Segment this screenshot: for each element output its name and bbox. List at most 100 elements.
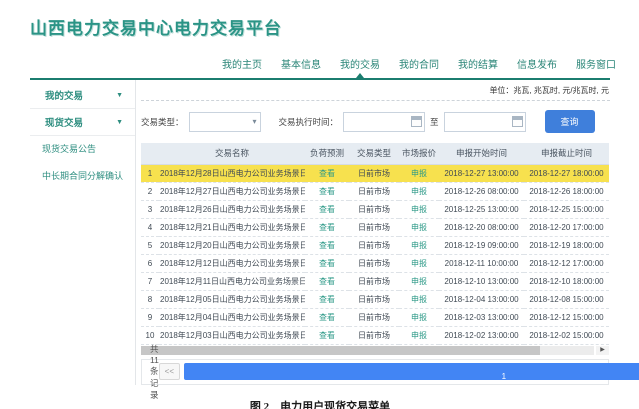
row-number: 7 — [141, 272, 159, 290]
market-quote-link[interactable]: 申报 — [399, 272, 439, 290]
sidebar-group-my-trading[interactable]: 我的交易 ▼ — [30, 82, 135, 109]
table-row[interactable]: 10 2018年12月03日山西电力公司业务场景日前交易 查看 日前市场 申报 … — [141, 326, 609, 344]
sidebar-group-label: 现货交易 — [45, 115, 83, 129]
load-forecast-link[interactable]: 查看 — [305, 200, 349, 218]
declare-start-time: 2018-12-26 08:00:00 — [439, 182, 524, 200]
declare-end-time: 2018-12-26 18:00:00 — [524, 182, 609, 200]
table-row[interactable]: 5 2018年12月20日山西电力公司业务场景日前交易 查看 日前市场 申报 2… — [141, 236, 609, 254]
page-button[interactable]: 1 — [184, 363, 639, 380]
nav-item[interactable]: 服务窗口 — [574, 53, 618, 78]
figure-caption: 图 2 电力用户现货交易菜单 — [30, 398, 610, 409]
scrollbar-track[interactable] — [141, 346, 594, 355]
sidebar-item[interactable]: 中长期合同分解确认 — [30, 163, 135, 190]
table-row[interactable]: 9 2018年12月04日山西电力公司业务场景日前交易 查看 日前市场 申报 2… — [141, 308, 609, 326]
page: 山西电力交易中心电力交易平台 我的主页 基本信息 我的交易 我的合同 我的结算 … — [0, 0, 639, 409]
market-quote-link[interactable]: 申报 — [399, 182, 439, 200]
sidebar-sub-list: 现货交易公告中长期合同分解确认 — [30, 136, 135, 190]
nav-item-label: 服务窗口 — [576, 60, 616, 71]
nav-item[interactable]: 我的合同 — [397, 53, 441, 78]
row-number: 3 — [141, 200, 159, 218]
sidebar-group-spot-trading[interactable]: 现货交易 ▼ — [30, 109, 135, 136]
trade-name: 2018年12月27日山西电力公司业务场景日前交易 — [159, 182, 305, 200]
trade-type: 日前市场 — [349, 308, 399, 326]
declare-start-time: 2018-12-27 13:00:00 — [439, 164, 524, 182]
declare-start-time: 2018-12-10 13:00:00 — [439, 272, 524, 290]
market-quote-link[interactable]: 申报 — [399, 254, 439, 272]
nav-item-label: 我的结算 — [458, 60, 498, 71]
market-quote-link[interactable]: 申报 — [399, 164, 439, 182]
trade-name: 2018年12月03日山西电力公司业务场景日前交易 — [159, 326, 305, 344]
calendar-icon[interactable] — [411, 116, 422, 127]
declare-start-time: 2018-12-03 13:00:00 — [439, 308, 524, 326]
row-number: 6 — [141, 254, 159, 272]
prev-page-button[interactable]: << — [159, 363, 180, 380]
sidebar-group-label: 我的交易 — [45, 88, 83, 102]
table-row[interactable]: 4 2018年12月21日山西电力公司业务场景日前交易 查看 日前市场 申报 2… — [141, 218, 609, 236]
load-forecast-link[interactable]: 查看 — [305, 308, 349, 326]
trade-name: 2018年12月20日山西电力公司业务场景日前交易 — [159, 236, 305, 254]
market-quote-link[interactable]: 申报 — [399, 326, 439, 344]
declare-end-time: 2018-12-02 15:00:00 — [524, 326, 609, 344]
trade-name: 2018年12月12日山西电力公司业务场景日前交易 — [159, 254, 305, 272]
market-quote-link[interactable]: 申报 — [399, 200, 439, 218]
load-forecast-link[interactable]: 查看 — [305, 272, 349, 290]
nav-item[interactable]: 基本信息 — [279, 53, 323, 78]
trade-name: 2018年12月04日山西电力公司业务场景日前交易 — [159, 308, 305, 326]
scrollbar-thumb[interactable] — [141, 346, 540, 355]
nav-items: 我的主页 基本信息 我的交易 我的合同 我的结算 信息发布 服务窗口 — [220, 53, 610, 78]
load-forecast-link[interactable]: 查看 — [305, 290, 349, 308]
market-quote-link[interactable]: 申报 — [399, 218, 439, 236]
declare-end-time: 2018-12-08 15:00:00 — [524, 290, 609, 308]
load-forecast-link[interactable]: 查看 — [305, 218, 349, 236]
exec-time-label: 交易执行时间： — [279, 116, 339, 128]
nav-item[interactable]: 信息发布 — [515, 53, 559, 78]
table-row[interactable]: 8 2018年12月05日山西电力公司业务场景日前交易 查看 日前市场 申报 2… — [141, 290, 609, 308]
trade-name: 2018年12月28日山西电力公司业务场景日前交易 — [159, 164, 305, 182]
load-forecast-link[interactable]: 查看 — [305, 254, 349, 272]
market-quote-link[interactable]: 申报 — [399, 290, 439, 308]
date-from-input[interactable] — [343, 112, 425, 132]
trade-type-select[interactable]: ▾ — [189, 112, 261, 132]
trade-type: 日前市场 — [349, 290, 399, 308]
sidebar: 我的交易 ▼ 现货交易 ▼ 现货交易公告中长期合同分解确认 — [30, 80, 136, 385]
date-to-input[interactable] — [444, 112, 526, 132]
table-footer: 共 11 条记录 << 12 >> 跳至 页 — [141, 359, 609, 385]
trade-type: 日前市场 — [349, 272, 399, 290]
nav-item-label: 我的交易 — [340, 60, 380, 71]
nav-item[interactable]: 我的交易 — [338, 53, 382, 78]
market-quote-link[interactable]: 申报 — [399, 308, 439, 326]
to-label: 至 — [430, 116, 439, 128]
trade-type: 日前市场 — [349, 182, 399, 200]
declare-end-time: 2018-12-10 18:00:00 — [524, 272, 609, 290]
load-forecast-link[interactable]: 查看 — [305, 164, 349, 182]
row-number: 9 — [141, 308, 159, 326]
record-count: 共 11 条记录 — [150, 343, 159, 401]
table-row[interactable]: 3 2018年12月26日山西电力公司业务场景日前交易 查看 日前市场 申报 2… — [141, 200, 609, 218]
search-button[interactable]: 查询 — [545, 110, 595, 133]
nav-item[interactable]: 我的结算 — [456, 53, 500, 78]
declare-end-time: 2018-12-20 17:00:00 — [524, 218, 609, 236]
load-forecast-link[interactable]: 查看 — [305, 326, 349, 344]
trade-type-label: 交易类型： — [141, 116, 184, 128]
chevron-down-icon: ▼ — [116, 119, 123, 126]
scroll-right-icon[interactable]: ▶ — [596, 346, 609, 355]
nav-item-label: 基本信息 — [281, 60, 321, 71]
col-load-forecast: 负荷预测 — [305, 143, 349, 164]
nav-item[interactable]: 我的主页 — [220, 53, 264, 78]
table-row[interactable]: 2 2018年12月27日山西电力公司业务场景日前交易 查看 日前市场 申报 2… — [141, 182, 609, 200]
load-forecast-link[interactable]: 查看 — [305, 182, 349, 200]
col-trade-name: 交易名称 — [159, 143, 305, 164]
load-forecast-link[interactable]: 查看 — [305, 236, 349, 254]
nav-item-label: 信息发布 — [517, 60, 557, 71]
filter-bar: 交易类型： ▾ 交易执行时间： 至 查询 — [141, 110, 610, 133]
sidebar-item[interactable]: 现货交易公告 — [30, 136, 135, 163]
declare-start-time: 2018-12-04 13:00:00 — [439, 290, 524, 308]
col-market-quote: 市场报价 — [399, 143, 439, 164]
horizontal-scrollbar[interactable]: ▶ — [141, 346, 609, 355]
table-row[interactable]: 6 2018年12月12日山西电力公司业务场景日前交易 查看 日前市场 申报 2… — [141, 254, 609, 272]
market-quote-link[interactable]: 申报 — [399, 236, 439, 254]
table-row[interactable]: 7 2018年12月11日山西电力公司业务场景日前交易 查看 日前市场 申报 2… — [141, 272, 609, 290]
units-note: 单位：兆瓦, 兆瓦时, 元/兆瓦时, 元 — [141, 80, 610, 100]
table-row[interactable]: 1 2018年12月28日山西电力公司业务场景日前交易 查看 日前市场 申报 2… — [141, 164, 609, 182]
calendar-icon[interactable] — [512, 116, 523, 127]
